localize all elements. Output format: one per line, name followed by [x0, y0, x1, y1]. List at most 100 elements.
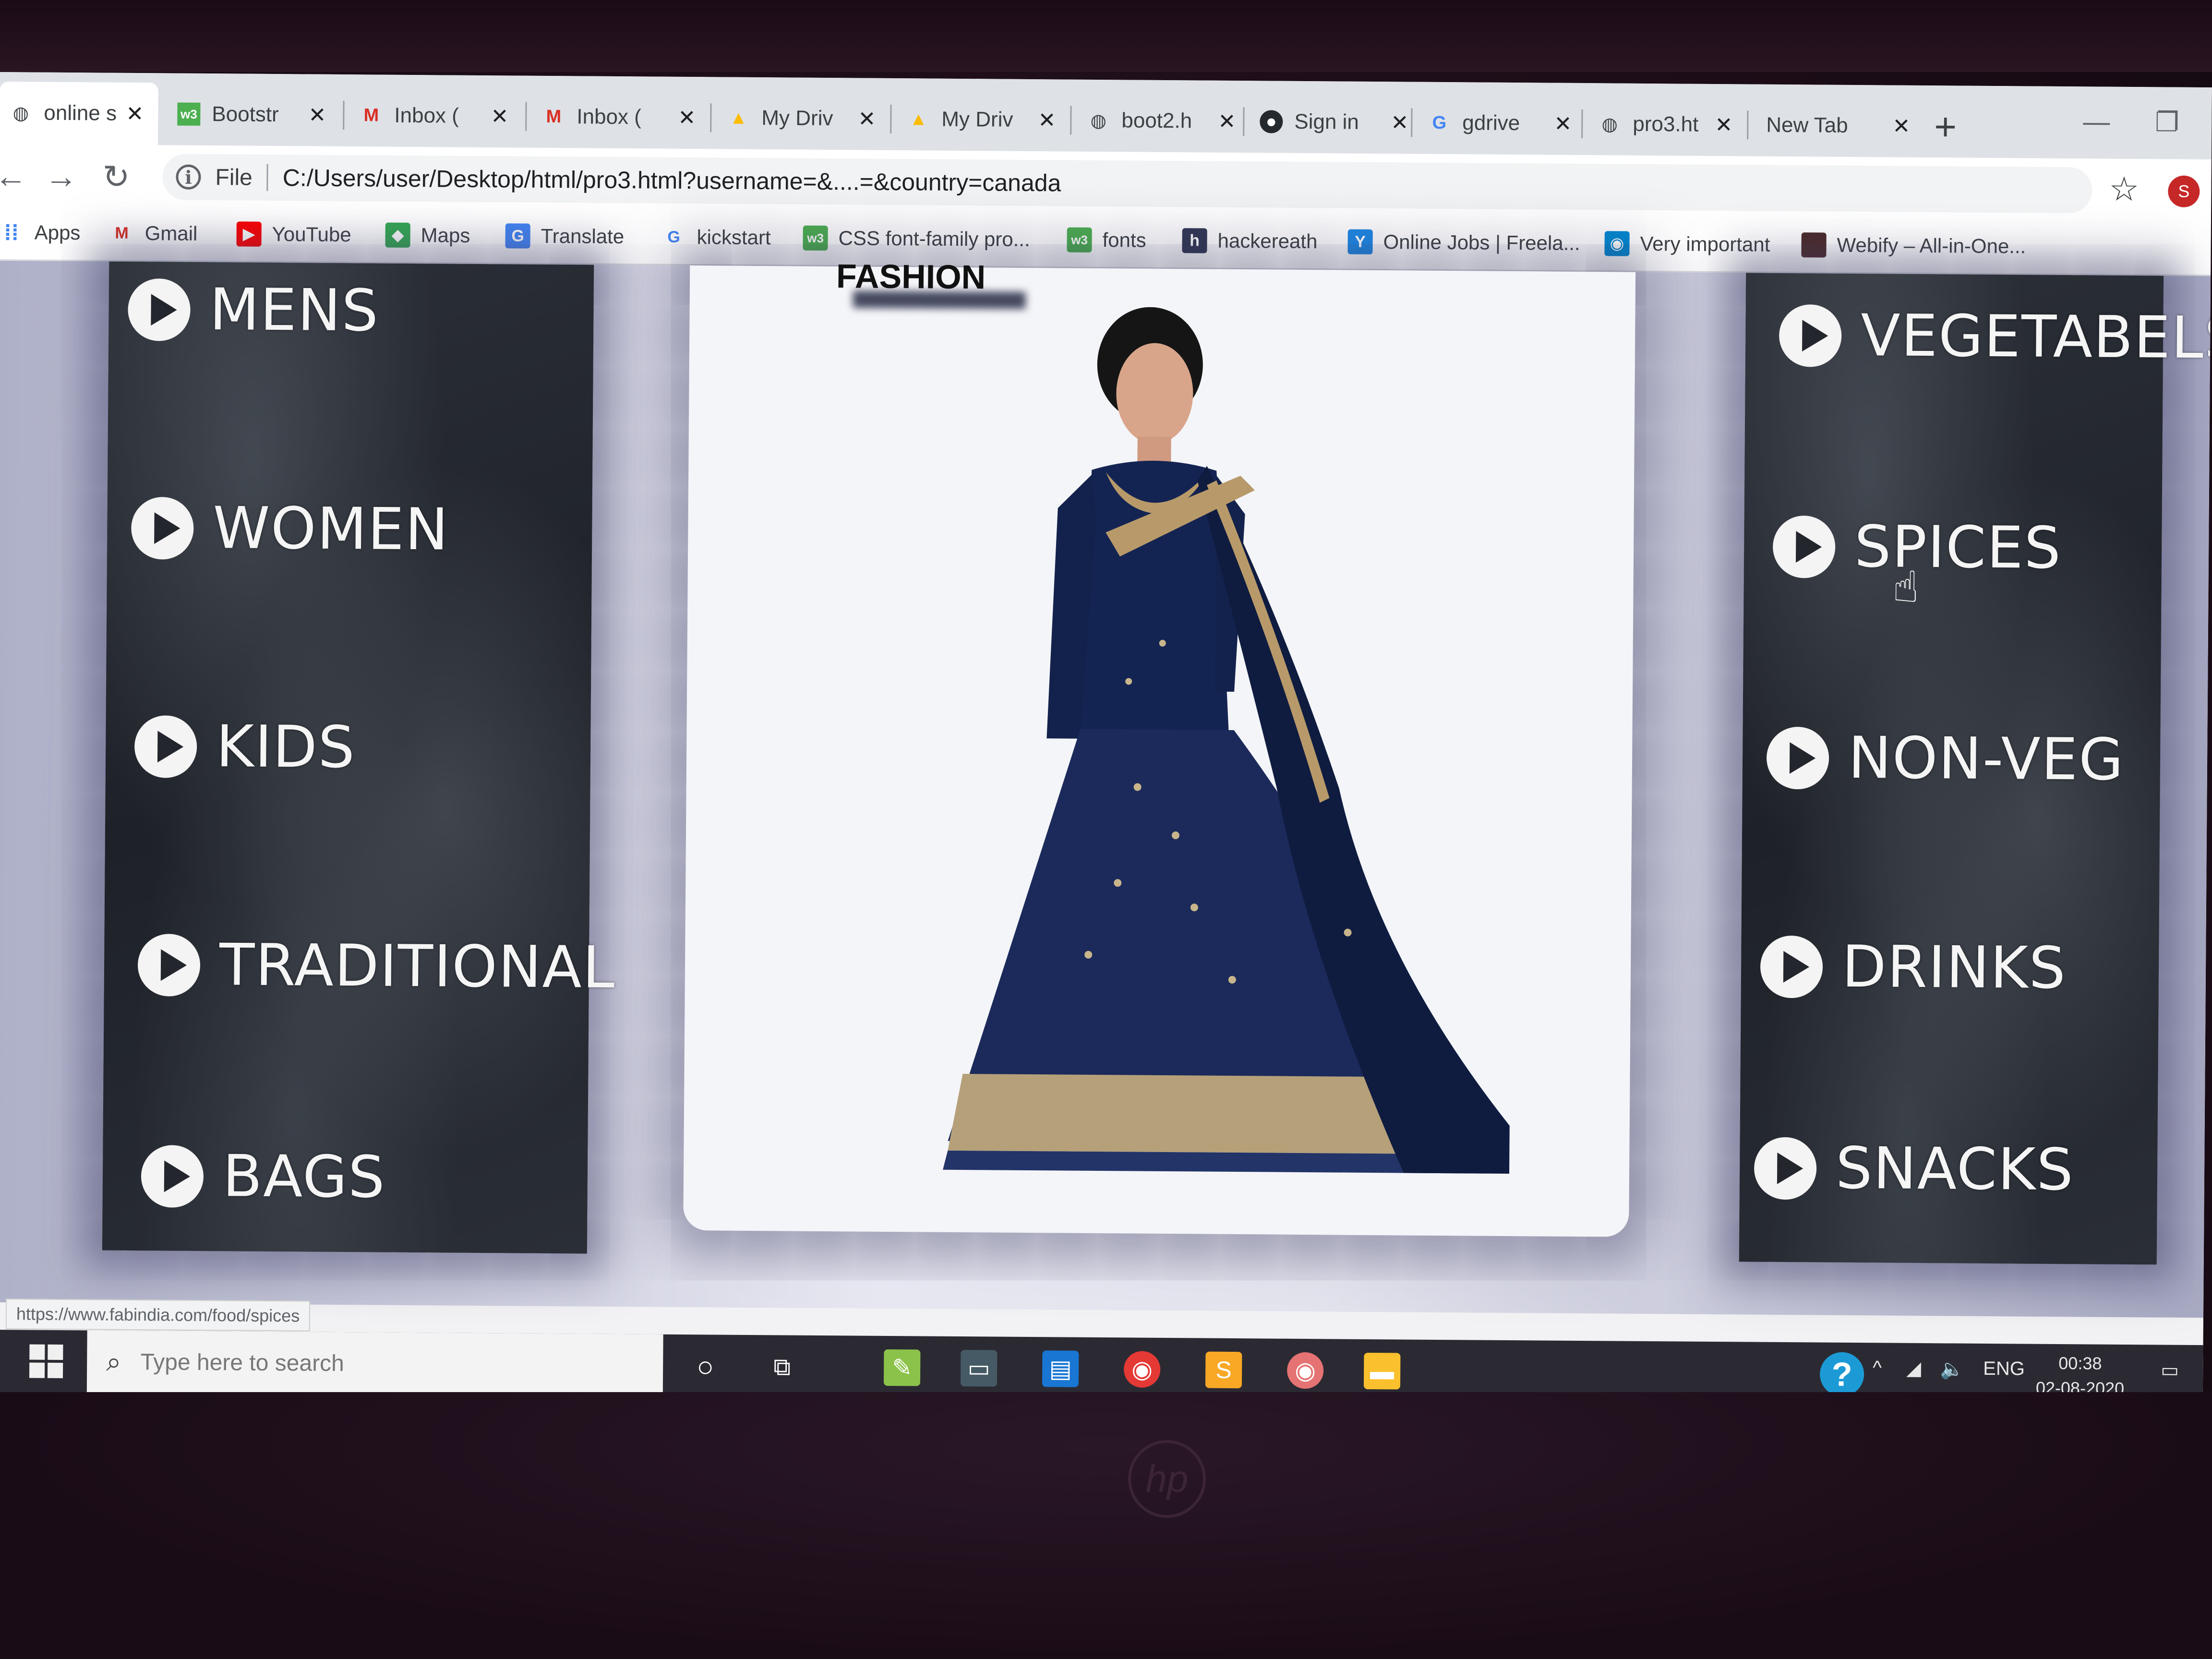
play-icon — [128, 278, 191, 341]
menu-item-mens[interactable]: MENS — [128, 276, 379, 345]
tab-online[interactable]: ◍ online s ✕ — [0, 81, 158, 145]
bookmark-kickstart[interactable]: G kickstart — [661, 225, 771, 251]
chrome-active-icon[interactable]: ◉ — [1286, 1352, 1324, 1389]
forward-icon[interactable]: → — [45, 158, 78, 195]
minimize-icon[interactable]: — — [2083, 106, 2110, 137]
back-icon[interactable]: ← — [0, 157, 27, 195]
chrome-icon[interactable]: ◉ — [1123, 1351, 1161, 1388]
sublime-icon[interactable]: S — [1205, 1351, 1242, 1389]
close-icon[interactable]: ✕ — [858, 107, 876, 131]
tab-github-sign-in[interactable]: ● Sign in ✕ — [1250, 90, 1423, 154]
bookmark-translate[interactable]: G Translate — [505, 223, 624, 249]
profile-avatar[interactable]: S — [2168, 175, 2200, 207]
gmail-icon: M — [546, 106, 562, 127]
tab-title: Bootstr — [212, 102, 279, 127]
play-icon — [131, 496, 194, 560]
new-tab-button[interactable]: + — [1934, 105, 1957, 149]
monitor-bezel-top — [0, 0, 2212, 72]
close-icon[interactable]: ✕ — [1391, 110, 1408, 135]
chevron-up-icon[interactable]: ^ — [1873, 1357, 1882, 1379]
menu-label: TRADITIONAL — [219, 932, 616, 1001]
play-icon — [141, 1144, 204, 1208]
bookmark-label: Maps — [421, 224, 470, 247]
tab-my-drive-2[interactable]: ▲ My Driv ✕ — [897, 88, 1070, 152]
task-view-icon[interactable]: ⧉ — [764, 1348, 801, 1385]
language-indicator[interactable]: ENG — [1983, 1358, 2025, 1380]
w3schools-icon: w3 — [177, 102, 201, 126]
clock-time: 00:38 — [2058, 1353, 2102, 1373]
close-icon[interactable]: ✕ — [1038, 108, 1056, 132]
gmail-icon: M — [363, 105, 379, 126]
close-icon[interactable]: ✕ — [1218, 109, 1236, 133]
notifications-icon[interactable]: ▭ — [2161, 1359, 2179, 1381]
tab-my-drive-1[interactable]: ▲ My Driv ✕ — [717, 86, 890, 150]
close-icon[interactable]: ✕ — [1554, 111, 1572, 136]
tab-new-tab[interactable]: New Tab ✕ — [1756, 94, 1925, 157]
reload-icon[interactable]: ↻ — [102, 158, 130, 196]
menu-item-traditional[interactable]: TRADITIONAL — [137, 931, 616, 1001]
apps-grid-icon: ⁞⁞ — [4, 220, 19, 245]
notepad-icon[interactable]: ✎ — [883, 1349, 921, 1386]
bookmark-label: kickstart — [697, 226, 771, 249]
bookmark-label: Webify – All-in-One... — [1837, 233, 2026, 258]
bookmark-star-icon[interactable]: ☆ — [2109, 169, 2139, 209]
cortana-icon[interactable]: ○ — [687, 1348, 724, 1385]
google-icon: G — [667, 228, 680, 246]
volume-icon[interactable]: 🔈 — [1940, 1358, 1964, 1380]
close-icon[interactable]: ✕ — [491, 104, 508, 129]
bookmark-hackereath[interactable]: h hackereath — [1182, 228, 1318, 254]
photos-icon[interactable]: ▤ — [1042, 1350, 1079, 1387]
address-bar[interactable]: i File C:/Users/user/Desktop/html/pro3.h… — [162, 154, 2092, 214]
file-explorer-icon[interactable]: ▬ — [1363, 1352, 1401, 1390]
terminal-icon[interactable]: ▭ — [960, 1350, 998, 1387]
restore-icon[interactable]: ❐ — [2155, 106, 2179, 138]
tab-separator — [1411, 108, 1413, 137]
bookmark-very-important[interactable]: ◉ Very important — [1604, 231, 1770, 257]
menu-label: MENS — [209, 276, 380, 345]
bookmark-youtube[interactable]: ▶ YouTube — [236, 221, 351, 247]
tab-title: online s — [44, 101, 117, 125]
menu-item-non-veg[interactable]: NON-VEG — [1766, 724, 2125, 793]
tab-inbox-2[interactable]: M Inbox ( ✕ — [532, 85, 710, 149]
menu-item-drinks[interactable]: DRINKS — [1760, 933, 2067, 1002]
close-icon[interactable]: ✕ — [678, 105, 696, 130]
bookmark-gmail[interactable]: M Gmail — [109, 221, 197, 246]
bookmark-icon: ◉ — [1604, 231, 1630, 256]
tab-title: boot2.h — [1121, 108, 1192, 133]
menu-item-snacks[interactable]: SNACKS — [1754, 1135, 2074, 1203]
tab-gdrive[interactable]: G gdrive ✕ — [1418, 92, 1587, 155]
bookmark-label: Online Jobs | Freela... — [1383, 230, 1580, 254]
globe-icon: ◍ — [1090, 110, 1107, 131]
help-icon[interactable]: ? — [1819, 1352, 1864, 1397]
menu-item-vegetabels[interactable]: VEGETABELS — [1779, 302, 2212, 372]
bookmark-maps[interactable]: ◆ Maps — [385, 222, 470, 248]
tab-boot2[interactable]: ◍ boot2.h ✕ — [1077, 89, 1250, 153]
menu-item-women[interactable]: WOMEN — [131, 494, 449, 564]
network-icon[interactable]: ◢ — [1906, 1358, 1921, 1380]
menu-item-kids[interactable]: KIDS — [134, 713, 356, 781]
info-icon[interactable]: i — [176, 164, 201, 190]
tab-pro3[interactable]: ◍ pro3.ht ✕ — [1588, 93, 1747, 156]
bookmark-webify[interactable]: Webify – All-in-One... — [1801, 232, 2026, 259]
taskbar-search[interactable]: ⌕ Type here to search — [86, 1330, 663, 1397]
play-icon — [1772, 515, 1836, 578]
tab-bootstrap[interactable]: w3 Bootstr ✕ — [168, 83, 341, 146]
search-icon: ⌕ — [106, 1346, 121, 1377]
tab-inbox-1[interactable]: M Inbox ( ✕ — [350, 84, 523, 148]
close-icon[interactable]: ✕ — [126, 101, 144, 126]
bookmark-online-jobs[interactable]: Y Online Jobs | Freela... — [1347, 229, 1580, 256]
bookmark-css-font-family[interactable]: w3 CSS font-family pro... — [803, 225, 1030, 252]
close-icon[interactable]: ✕ — [1715, 112, 1732, 137]
bookmark-fonts[interactable]: w3 fonts — [1067, 227, 1146, 253]
bookmark-apps[interactable]: ⁞⁞ Apps — [0, 220, 81, 245]
menu-item-bags[interactable]: BAGS — [141, 1142, 386, 1211]
globe-icon: ◍ — [12, 103, 29, 123]
bookmark-label: Apps — [34, 221, 81, 244]
url-text[interactable]: C:/Users/user/Desktop/html/pro3.html?use… — [283, 164, 1061, 197]
hackerearth-icon: h — [1182, 228, 1207, 253]
menu-label: SPICES — [1854, 513, 2062, 582]
close-icon[interactable]: ✕ — [308, 103, 326, 127]
windows-start-icon[interactable] — [29, 1344, 63, 1378]
gmail-icon: M — [115, 224, 129, 242]
close-icon[interactable]: ✕ — [1892, 114, 1910, 138]
